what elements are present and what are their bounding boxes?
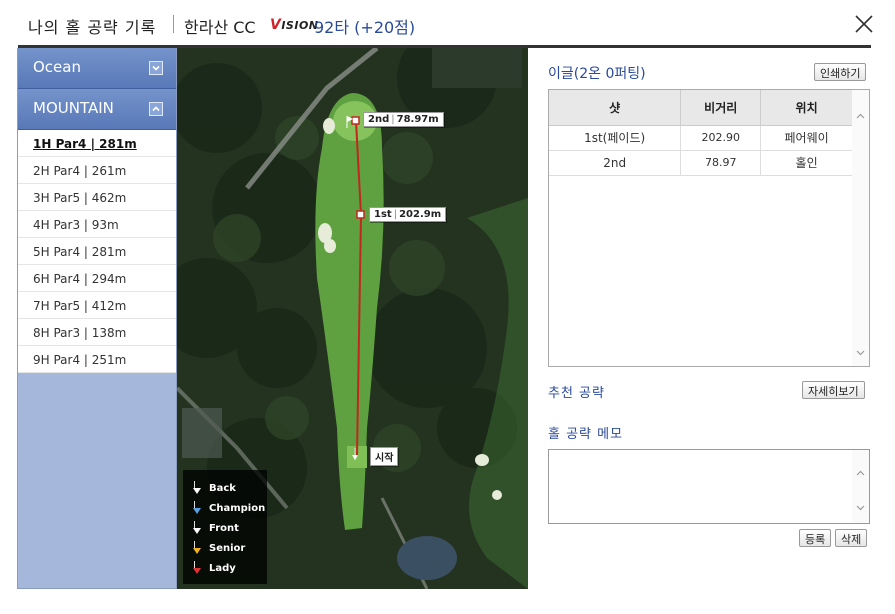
shot-1-label: 1st | 202.9m (369, 207, 447, 222)
chevron-down-icon[interactable] (149, 61, 163, 75)
scroll-up-icon[interactable] (855, 107, 866, 119)
print-button[interactable]: 인쇄하기 (814, 63, 867, 81)
hole-item[interactable]: 2H Par4 | 261m (18, 157, 176, 184)
hole-item[interactable]: 4H Par3 | 93m (18, 211, 176, 238)
col-header-shot: 샷 (549, 90, 682, 126)
shot-table: 샷 비거리 위치 1st(페이드) 202.90 페어웨이 2nd 78.97 … (549, 90, 853, 176)
legend-item-senior: Senior (193, 538, 267, 558)
shot-table-box: 샷 비거리 위치 1st(페이드) 202.90 페어웨이 2nd 78.97 … (548, 89, 870, 367)
hole-item[interactable]: 5H Par4 | 281m (18, 238, 176, 265)
scroll-down-icon[interactable] (855, 343, 866, 356)
popup-header: 나의 홀 공략 기록 한라산 CC VISION 92타 (+20점) (0, 0, 895, 48)
hole-result: 이글(2온 0퍼팅) (548, 66, 646, 82)
cell-distance: 78.97 (680, 150, 762, 176)
total-score: 92타 (+20점) (314, 18, 416, 37)
hole-item[interactable]: 9H Par4 | 251m (18, 346, 176, 373)
cell-location: 페어웨이 (760, 125, 853, 151)
detail-button[interactable]: 자세히보기 (802, 381, 865, 399)
col-header-location: 위치 (760, 90, 853, 126)
scroll-down-icon[interactable] (855, 498, 866, 511)
legend-item-champion: Champion (193, 498, 267, 518)
chevron-up-icon[interactable] (149, 102, 163, 116)
hole-sidebar: Ocean MOUNTAIN 1H Par4 | 281m 2H Par4 | … (17, 48, 177, 589)
cell-distance: 202.90 (680, 125, 762, 151)
hole-item[interactable]: 7H Par5 | 412m (18, 292, 176, 319)
legend-item-back: Back (193, 478, 267, 498)
page-title: 나의 홀 공략 기록 (28, 18, 157, 37)
start-label: 시작 (370, 447, 399, 466)
hole-item[interactable]: 8H Par3 | 138m (18, 319, 176, 346)
tee-flag-icon (193, 481, 203, 495)
shot-2-label: 2nd | 78.97m (363, 112, 444, 127)
hole-item[interactable]: 3H Par5 | 462m (18, 184, 176, 211)
legend-item-front: Front (193, 518, 267, 538)
scroll-up-icon[interactable] (855, 464, 866, 476)
group-header-ocean[interactable]: Ocean (18, 48, 176, 89)
hole-list: 1H Par4 | 281m 2H Par4 | 261m 3H Par5 | … (18, 130, 176, 373)
hole-map[interactable]: 2nd | 78.97m 1st | 202.9m 시작 Back Champion F… (177, 48, 528, 589)
tee-legend: Back Champion Front Senior Lady (183, 470, 267, 584)
memo-scrollbar[interactable] (852, 450, 869, 523)
vision-logo: VISION (270, 17, 319, 33)
group-label: Ocean (33, 58, 81, 76)
title-divider (173, 15, 174, 33)
recommend-label: 추천 공략 (548, 386, 605, 401)
col-header-distance: 비거리 (680, 90, 762, 126)
table-row: 2nd 78.97 홀인 (549, 150, 853, 176)
table-scrollbar[interactable] (852, 90, 869, 366)
group-header-mountain[interactable]: MOUNTAIN (18, 89, 176, 130)
cell-shot: 1st(페이드) (549, 125, 682, 151)
hole-item[interactable]: 6H Par4 | 294m (18, 265, 176, 292)
hole-item[interactable]: 1H Par4 | 281m (18, 130, 176, 157)
table-row: 1st(페이드) 202.90 페어웨이 (549, 125, 853, 151)
memo-label: 홀 공략 메모 (548, 427, 624, 442)
close-icon[interactable] (852, 12, 876, 36)
tee-flag-icon (193, 541, 203, 555)
tee-flag-icon (193, 561, 203, 575)
memo-textarea[interactable] (548, 449, 870, 524)
group-label: MOUNTAIN (33, 99, 114, 117)
tee-flag-icon (193, 501, 203, 515)
register-button[interactable]: 등록 (799, 529, 832, 547)
tee-flag-icon (193, 521, 203, 535)
course-name: 한라산 CC (184, 18, 256, 37)
delete-button[interactable]: 삭제 (835, 529, 868, 547)
legend-item-lady: Lady (193, 558, 267, 578)
cell-shot: 2nd (549, 150, 682, 176)
cell-location: 홀인 (760, 150, 853, 176)
